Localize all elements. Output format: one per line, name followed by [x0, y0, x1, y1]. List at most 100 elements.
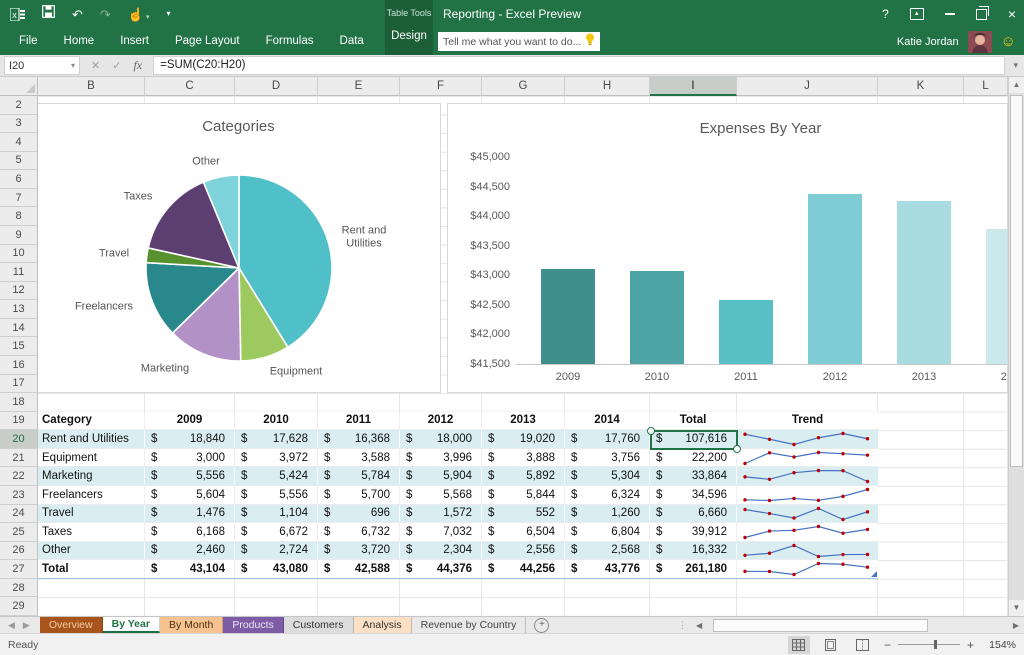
- table-cell[interactable]: $6,504: [482, 523, 565, 541]
- category-cell[interactable]: Marketing: [38, 467, 145, 485]
- zoom-slider[interactable]: [898, 644, 960, 645]
- table-cell[interactable]: $696: [318, 505, 400, 523]
- table-cell[interactable]: $33,864: [650, 467, 737, 485]
- table-cell[interactable]: $1,260: [565, 505, 650, 523]
- sheet-tab-overview[interactable]: Overview: [40, 617, 103, 633]
- horizontal-scrollbar-track[interactable]: [707, 618, 1008, 633]
- table-cell[interactable]: [737, 560, 878, 578]
- sheet-tab-analysis[interactable]: Analysis: [354, 617, 412, 633]
- tab-splitter-icon[interactable]: ⋮: [674, 620, 691, 631]
- table-cell[interactable]: Total: [650, 412, 737, 430]
- ribbon-tab-page-layout[interactable]: Page Layout: [162, 28, 253, 55]
- table-cell[interactable]: $42,588: [318, 560, 400, 578]
- user-name[interactable]: Katie Jordan: [897, 36, 959, 48]
- table-cell[interactable]: $1,572: [400, 505, 482, 523]
- row-header-29[interactable]: 29: [0, 597, 38, 616]
- zoom-percentage[interactable]: 154%: [984, 639, 1016, 651]
- table-cell[interactable]: $22,200: [650, 449, 737, 467]
- row-header-11[interactable]: 11: [0, 263, 38, 282]
- table-cell[interactable]: $3,720: [318, 542, 400, 560]
- vertical-scrollbar-thumb[interactable]: [1010, 95, 1023, 467]
- tab-design[interactable]: Design: [385, 30, 433, 42]
- row-header-17[interactable]: 17: [0, 375, 38, 394]
- table-cell[interactable]: $16,368: [318, 430, 400, 448]
- table-cell[interactable]: 2009: [145, 412, 235, 430]
- table-cell[interactable]: $5,556: [235, 486, 318, 504]
- table-cell[interactable]: $3,756: [565, 449, 650, 467]
- row-header-24[interactable]: 24: [0, 505, 38, 524]
- table-cell[interactable]: 2012: [400, 412, 482, 430]
- table-cell[interactable]: $2,556: [482, 542, 565, 560]
- table-cell[interactable]: $7,032: [400, 523, 482, 541]
- bar-2014[interactable]: [986, 229, 1008, 364]
- help-icon[interactable]: ?: [882, 8, 889, 20]
- table-cell[interactable]: $6,168: [145, 523, 235, 541]
- vertical-scrollbar[interactable]: ▲ ▼: [1008, 77, 1024, 616]
- column-header-C[interactable]: C: [145, 77, 235, 96]
- bar-chart-panel[interactable]: Expenses By Year $45,000$44,500$44,000$4…: [447, 103, 1008, 393]
- bar-2013[interactable]: [897, 201, 951, 364]
- column-header-G[interactable]: G: [482, 77, 565, 96]
- table-cell[interactable]: $39,912: [650, 523, 737, 541]
- scroll-right-icon[interactable]: ▶: [1008, 621, 1024, 630]
- select-all-corner[interactable]: [0, 77, 38, 96]
- ribbon-tab-file[interactable]: File: [6, 28, 51, 55]
- scroll-down-icon[interactable]: ▼: [1009, 600, 1024, 616]
- user-avatar[interactable]: [968, 31, 992, 53]
- ribbon-tab-formulas[interactable]: Formulas: [253, 28, 327, 55]
- table-resize-handle[interactable]: [871, 571, 877, 577]
- column-header-B[interactable]: B: [38, 77, 145, 96]
- table-cell[interactable]: 2010: [235, 412, 318, 430]
- table-cell[interactable]: $2,724: [235, 542, 318, 560]
- table-cell[interactable]: $34,596: [650, 486, 737, 504]
- zoom-slider-thumb[interactable]: [934, 640, 937, 649]
- row-header-15[interactable]: 15: [0, 337, 38, 356]
- row-header-22[interactable]: 22: [0, 467, 38, 486]
- name-box[interactable]: I20 ▾: [4, 56, 80, 75]
- pie-chart-panel[interactable]: Categories Rent and UtilitiesEquipmentMa…: [36, 103, 441, 393]
- table-cell[interactable]: $6,672: [235, 523, 318, 541]
- category-cell[interactable]: Freelancers: [38, 486, 145, 504]
- table-cell[interactable]: $2,460: [145, 542, 235, 560]
- formula-input[interactable]: =SUM(C20:H20): [153, 56, 1005, 75]
- table-cell[interactable]: $6,732: [318, 523, 400, 541]
- table-cell[interactable]: $3,972: [235, 449, 318, 467]
- row-header-19[interactable]: 19: [0, 412, 38, 431]
- table-cell[interactable]: $17,628: [235, 430, 318, 448]
- table-cell[interactable]: $5,424: [235, 467, 318, 485]
- table-cell[interactable]: [737, 486, 878, 504]
- table-cell[interactable]: 2011: [318, 412, 400, 430]
- table-cell[interactable]: [737, 430, 878, 448]
- table-cell[interactable]: $3,588: [318, 449, 400, 467]
- row-header-23[interactable]: 23: [0, 486, 38, 505]
- table-cell[interactable]: $3,888: [482, 449, 565, 467]
- row-header-9[interactable]: 9: [0, 226, 38, 245]
- scroll-left-icon[interactable]: ◀: [691, 621, 707, 630]
- table-cell[interactable]: $2,568: [565, 542, 650, 560]
- row-header-4[interactable]: 4: [0, 133, 38, 152]
- bar-2012[interactable]: [808, 194, 862, 364]
- table-cell[interactable]: $552: [482, 505, 565, 523]
- table-cell[interactable]: [737, 542, 878, 560]
- tell-me-box[interactable]: Tell me what you want to do...: [438, 32, 600, 51]
- table-cell[interactable]: $18,000: [400, 430, 482, 448]
- page-break-preview-button[interactable]: [852, 636, 874, 654]
- horizontal-scrollbar-thumb[interactable]: [713, 619, 928, 632]
- category-cell[interactable]: Taxes: [38, 523, 145, 541]
- row-header-27[interactable]: 27: [0, 560, 38, 579]
- sheet-tab-by-year[interactable]: By Year: [103, 617, 160, 633]
- column-header-I[interactable]: I: [650, 77, 737, 96]
- table-cell[interactable]: [737, 449, 878, 467]
- table-cell[interactable]: 2014: [565, 412, 650, 430]
- expand-formula-bar-icon[interactable]: ▾: [1007, 60, 1024, 71]
- row-header-16[interactable]: 16: [0, 356, 38, 375]
- table-cell[interactable]: $107,616: [650, 430, 737, 448]
- page-layout-view-button[interactable]: [820, 636, 842, 654]
- scroll-up-icon[interactable]: ▲: [1009, 77, 1024, 93]
- table-cell[interactable]: $6,660: [650, 505, 737, 523]
- table-cell[interactable]: $17,760: [565, 430, 650, 448]
- table-cell[interactable]: [737, 523, 878, 541]
- enter-check-icon[interactable]: ✓: [112, 59, 121, 72]
- table-cell[interactable]: $3,996: [400, 449, 482, 467]
- row-header-5[interactable]: 5: [0, 152, 38, 171]
